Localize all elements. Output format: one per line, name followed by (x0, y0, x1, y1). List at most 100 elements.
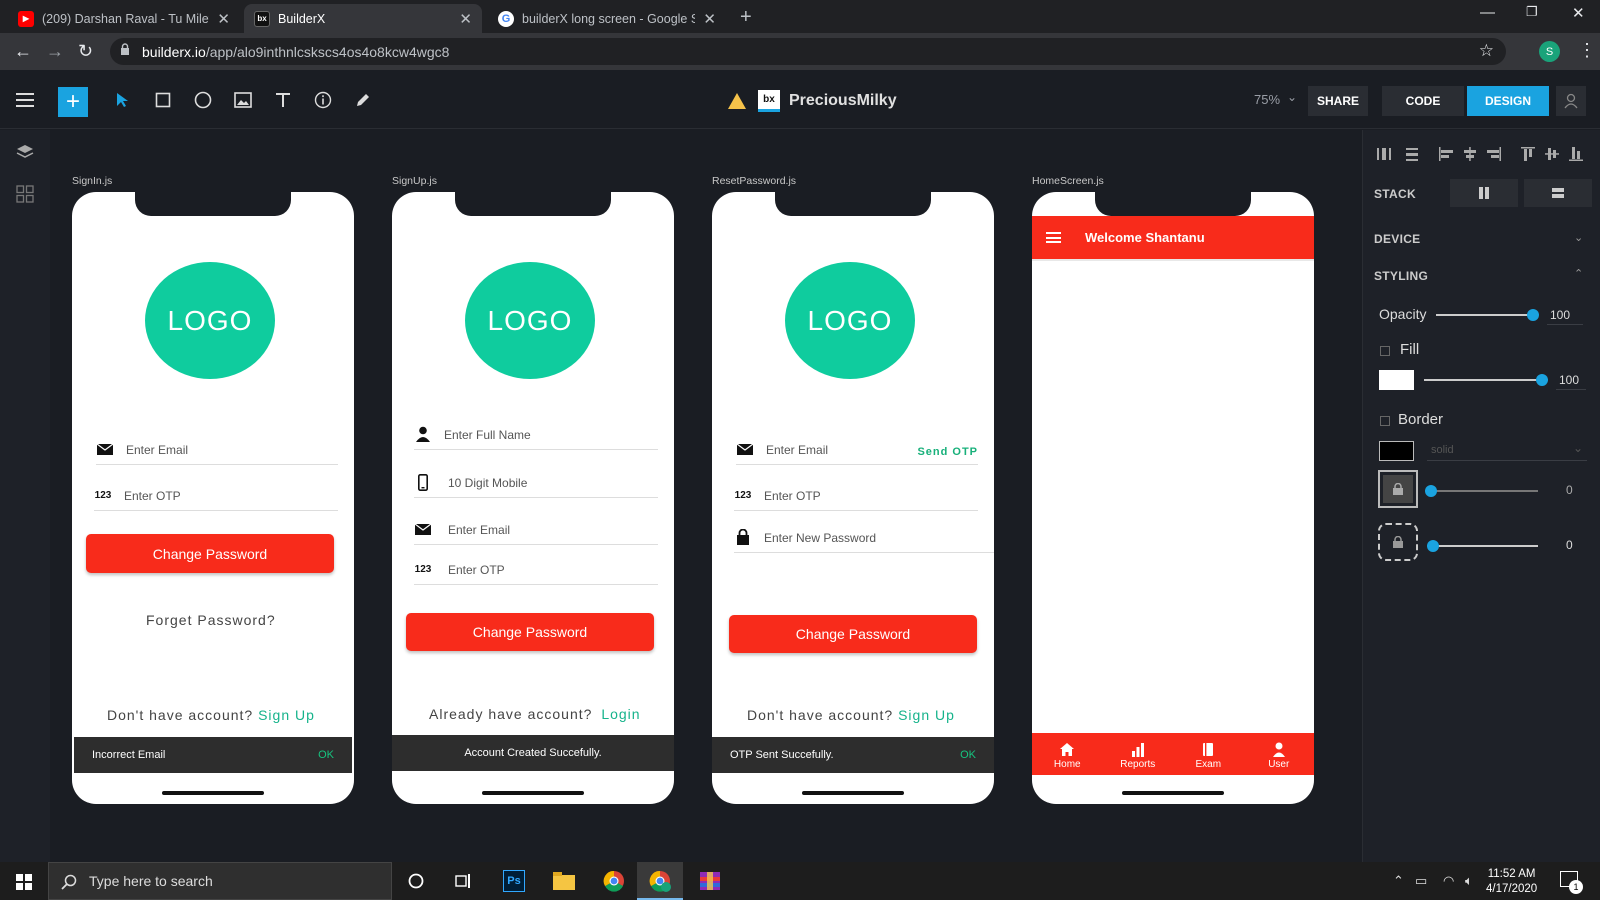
tab-user[interactable]: User (1244, 733, 1315, 775)
profile-avatar[interactable]: S (1539, 41, 1560, 62)
new-password-field[interactable]: Enter New Password (734, 523, 994, 553)
border-width-lock[interactable] (1378, 470, 1418, 508)
url-field[interactable]: builderx.io/app/alo9inthnlcskscs4os4o8kc… (110, 38, 1506, 65)
browser-tab-google[interactable]: G builderX long screen - Google Se ✕ (488, 4, 726, 33)
project-name[interactable]: PreciousMilky (789, 92, 897, 110)
send-otp-button[interactable]: Send OTP (917, 446, 978, 458)
styling-section[interactable]: STYLING (1374, 269, 1428, 283)
opacity-value[interactable]: 100 (1550, 308, 1570, 322)
snackbar-ok-button[interactable]: OK (318, 749, 334, 761)
align-left-icon[interactable] (1438, 146, 1454, 162)
phone-frame-signin[interactable]: LOGO Enter Email 123 Enter OTP Change Pa… (72, 192, 354, 804)
code-button[interactable]: CODE (1382, 86, 1464, 116)
change-password-button[interactable]: Change Password (406, 613, 654, 651)
zoom-level[interactable]: 75% (1254, 92, 1280, 107)
warning-icon[interactable] (728, 93, 746, 109)
chevron-up-icon[interactable]: ⌃ (1574, 267, 1583, 280)
device-section[interactable]: DEVICE (1374, 232, 1420, 246)
opacity-slider-track[interactable] (1436, 314, 1532, 316)
fill-value[interactable]: 100 (1559, 373, 1579, 387)
tab-exam[interactable]: Exam (1173, 733, 1244, 775)
stack-vertical-button[interactable] (1524, 179, 1592, 207)
components-icon[interactable] (16, 185, 34, 203)
otp-field[interactable]: 123 Enter OTP (94, 481, 338, 511)
tab-reports[interactable]: Reports (1103, 733, 1174, 775)
image-tool-icon[interactable] (232, 89, 254, 111)
change-password-button[interactable]: Change Password (86, 534, 334, 573)
otp-field[interactable]: 123 Enter OTP (414, 555, 658, 585)
distribute-horizontal-icon[interactable] (1376, 146, 1392, 162)
cortana-icon[interactable] (403, 868, 429, 894)
border-radius-value[interactable]: 0 (1566, 538, 1573, 552)
stack-horizontal-button[interactable] (1450, 179, 1518, 207)
forget-password-link[interactable]: Forget Password? (146, 612, 276, 628)
photoshop-icon[interactable]: Ps (501, 868, 527, 894)
email-field[interactable]: Enter Email (96, 435, 338, 465)
change-password-button[interactable]: Change Password (729, 615, 977, 653)
ellipse-tool-icon[interactable] (192, 89, 214, 111)
back-icon[interactable]: ← (14, 41, 32, 62)
task-view-icon[interactable] (451, 868, 477, 894)
frame-label-homescreen[interactable]: HomeScreen.js (1032, 175, 1104, 187)
tab-home[interactable]: Home (1032, 733, 1103, 775)
border-radius-slider-knob[interactable] (1427, 540, 1439, 552)
browser-tab-builderx[interactable]: bx BuilderX ✕ (244, 4, 482, 33)
file-explorer-icon[interactable] (551, 868, 577, 894)
border-width-slider-track[interactable] (1430, 490, 1538, 492)
winrar-icon[interactable] (697, 868, 723, 894)
align-bottom-icon[interactable] (1568, 146, 1584, 162)
frame-label-signup[interactable]: SignUp.js (392, 175, 437, 187)
rectangle-tool-icon[interactable] (152, 89, 174, 111)
restore-icon[interactable]: ❐ (1526, 4, 1538, 20)
border-radius-lock[interactable] (1378, 523, 1418, 561)
email-field[interactable]: Enter Email (414, 515, 658, 545)
close-window-icon[interactable]: ✕ (1572, 4, 1585, 22)
text-tool-icon[interactable] (272, 89, 294, 111)
info-tool-icon[interactable] (312, 89, 334, 111)
forward-icon[interactable]: → (46, 41, 64, 62)
full-name-field[interactable]: Enter Full Name (414, 420, 658, 450)
login-link[interactable]: Login (601, 706, 640, 722)
close-tab-icon[interactable]: ✕ (703, 10, 716, 28)
wifi-icon[interactable]: ◠ (1443, 873, 1454, 889)
phone-frame-signup[interactable]: LOGO Enter Full Name 10 Digit Mobile Ent… (392, 192, 674, 804)
distribute-vertical-icon[interactable] (1404, 146, 1420, 162)
opacity-slider-knob[interactable] (1527, 309, 1539, 321)
otp-field[interactable]: 123 Enter OTP (734, 481, 978, 511)
phone-frame-homescreen[interactable]: Welcome Shantanu Home Reports Exam User (1032, 192, 1314, 804)
signup-link[interactable]: Sign Up (258, 707, 315, 723)
fill-slider-knob[interactable] (1536, 374, 1548, 386)
browser-tab-youtube[interactable]: ▶ (209) Darshan Raval - Tu Mileya | ✕ (8, 4, 240, 33)
border-width-value[interactable]: 0 (1566, 483, 1573, 497)
layers-icon[interactable] (16, 143, 34, 161)
pointer-tool-icon[interactable] (112, 89, 134, 111)
add-component-button[interactable]: + (58, 87, 88, 117)
chrome-icon[interactable] (601, 868, 627, 894)
align-top-icon[interactable] (1520, 146, 1536, 162)
chrome-profile-icon[interactable] (647, 868, 673, 894)
snackbar-ok-button[interactable]: OK (960, 749, 976, 761)
phone-frame-resetpassword[interactable]: LOGO Enter Email Send OTP 123 Enter OTP … (712, 192, 994, 804)
minimize-icon[interactable]: — (1480, 4, 1495, 21)
pen-tool-icon[interactable] (352, 89, 374, 111)
share-button[interactable]: SHARE (1308, 86, 1368, 116)
fill-slider-track[interactable] (1424, 379, 1540, 381)
chevron-down-icon[interactable]: ⌄ (1287, 90, 1297, 104)
fill-color-swatch[interactable] (1379, 370, 1414, 390)
border-color-swatch[interactable] (1379, 441, 1414, 461)
new-tab-icon[interactable]: + (740, 6, 752, 29)
taskbar-search[interactable]: Type here to search (48, 862, 392, 900)
signup-link[interactable]: Sign Up (898, 707, 955, 723)
volume-icon[interactable]: 🔈︎ (1465, 873, 1473, 889)
design-button[interactable]: DESIGN (1467, 86, 1549, 116)
system-clock[interactable]: 11:52 AM 4/17/2020 (1486, 867, 1537, 897)
network-drive-icon[interactable]: ▭ (1415, 873, 1427, 889)
hamburger-menu-icon[interactable] (14, 89, 36, 111)
user-icon[interactable] (1556, 86, 1586, 116)
border-radius-slider-track[interactable] (1432, 545, 1538, 547)
close-tab-icon[interactable]: ✕ (217, 10, 230, 28)
chevron-up-icon[interactable]: ⌃ (1393, 873, 1404, 889)
border-width-slider-knob[interactable] (1425, 485, 1437, 497)
browser-menu-icon[interactable]: ⋮ (1578, 40, 1596, 61)
fill-checkbox[interactable] (1380, 346, 1390, 356)
